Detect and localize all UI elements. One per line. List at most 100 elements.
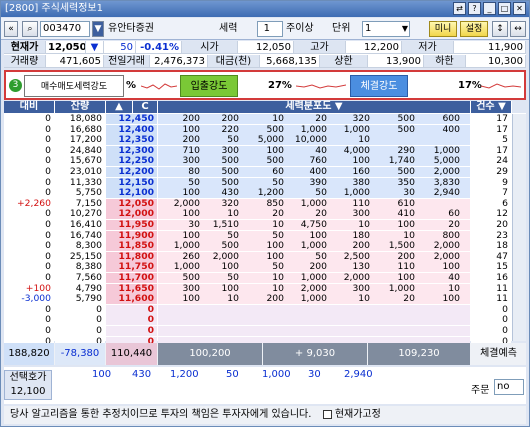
count-header[interactable]: 건수 ▼ xyxy=(471,101,511,113)
diff-cell: 0 xyxy=(4,326,54,336)
price-cell[interactable]: 11,800 xyxy=(106,251,157,262)
price-cell[interactable]: 12,150 xyxy=(106,177,157,188)
strength-percent: % xyxy=(126,80,137,91)
diff-cell: 0 xyxy=(4,124,54,135)
price-cell[interactable]: 0 xyxy=(106,304,157,315)
price-cell[interactable]: 11,900 xyxy=(106,230,157,241)
distribution-value xyxy=(375,326,415,336)
strength-tooltip: 매수매도세력강도 xyxy=(24,75,124,97)
expand-vertical-icon[interactable]: ↕ xyxy=(492,21,508,37)
maximize-icon[interactable]: □ xyxy=(498,2,511,15)
distribution-value: 40 xyxy=(315,144,327,156)
distribution-value: 100 xyxy=(442,261,460,273)
settings-button[interactable]: 설정 xyxy=(460,21,488,37)
quote-value: 50 xyxy=(104,41,136,54)
quote-panel: 현재가 12,050 ▼ 50 -0.41% 시가 12,050 고가 12,2… xyxy=(4,41,526,68)
price-cell[interactable]: 11,600 xyxy=(106,294,157,305)
summary-sell: 100,200 xyxy=(158,343,262,365)
distribution-value: 410 xyxy=(397,208,415,220)
price-cell[interactable]: 12,050 xyxy=(106,198,157,209)
price-cell[interactable]: 12,100 xyxy=(106,188,157,199)
distribution-value: 10 xyxy=(272,272,284,283)
distribution-value: 1,000 xyxy=(300,293,327,305)
remain-header[interactable]: 잔량 xyxy=(55,101,105,113)
distribution-value xyxy=(287,326,327,336)
prev-screen-button[interactable]: « xyxy=(4,21,18,37)
distribution-value: 100 xyxy=(182,293,200,305)
selected-quote-price: 12,100 xyxy=(10,386,46,397)
order-select[interactable]: no xyxy=(494,379,524,395)
distribution-value: 1,000 xyxy=(300,272,327,283)
inflow-percent: 27% xyxy=(268,80,292,91)
expand-horizontal-icon[interactable]: ↔ xyxy=(510,21,526,37)
fix-price-checkbox[interactable] xyxy=(322,409,332,419)
remain-cell: 4,790 xyxy=(55,283,105,294)
unit-label: 단위 xyxy=(332,23,351,34)
distribution-value: 60 xyxy=(448,208,460,220)
distribution-value: 1,000 xyxy=(300,240,327,252)
count-cell: 11 xyxy=(471,283,511,294)
help-icon[interactable]: ? xyxy=(468,2,481,15)
distribution-value: 50 xyxy=(272,261,284,273)
quote-label: 전일거래 xyxy=(104,55,150,68)
price-cell[interactable]: 12,250 xyxy=(106,156,157,167)
price-cell[interactable]: 11,850 xyxy=(106,241,157,252)
selected-quote-box[interactable]: 선택호가 12,100 xyxy=(4,370,52,400)
stock-code-input[interactable]: 003470 xyxy=(40,21,90,37)
price-cell[interactable]: 11,650 xyxy=(106,283,157,294)
distribution-value: 500 xyxy=(221,176,239,188)
scrollbar-top[interactable] xyxy=(512,101,526,113)
remain-cell: 25,150 xyxy=(55,251,105,262)
price-cell[interactable]: 12,000 xyxy=(106,209,157,220)
remain-cell: 18,080 xyxy=(55,114,105,124)
stock-list-button[interactable]: ▼ xyxy=(92,21,104,37)
link-icon[interactable]: ⇄ xyxy=(453,2,466,15)
search-icon[interactable]: ⌕ xyxy=(22,21,38,37)
distribution-value: 500 xyxy=(182,272,200,283)
price-cell[interactable]: 0 xyxy=(106,326,157,336)
minimize-icon[interactable]: _ xyxy=(483,2,496,15)
distribution-value: 400 xyxy=(309,166,327,177)
price-sort-up[interactable]: ▲ xyxy=(106,101,132,113)
distribution-value xyxy=(244,326,284,336)
price-clear[interactable]: C xyxy=(133,101,157,113)
selected-quote-value: 1,200 xyxy=(170,369,199,380)
quote-label: 하한 xyxy=(424,55,466,68)
inflow-sparkline xyxy=(296,84,346,89)
mini-button[interactable]: 미니 xyxy=(429,21,457,37)
diff-cell: +100 xyxy=(4,283,54,294)
distribution-value: 50 xyxy=(315,250,327,262)
quote-value: -0.41% xyxy=(136,41,182,54)
summary-net: + 9,030 xyxy=(263,343,367,365)
count-cell: 17 xyxy=(471,145,511,156)
summary-row: 188,820 -78,380 110,440 100,200 + 9,030 … xyxy=(4,343,526,365)
distribution-value: 300 xyxy=(352,282,370,294)
price-cell[interactable]: 11,950 xyxy=(106,220,157,230)
diff-cell: 0 xyxy=(4,145,54,156)
scrollbar[interactable] xyxy=(512,114,526,341)
distribution-header[interactable]: 세력분포도 ▼ xyxy=(158,101,470,113)
unit-select[interactable]: 1 ▼ xyxy=(362,21,410,37)
inflow-label: 입출강도 xyxy=(180,75,238,97)
remain-cell: 5,750 xyxy=(55,188,105,199)
count-cell: 17 xyxy=(471,124,511,135)
price-cell[interactable]: 12,350 xyxy=(106,135,157,146)
force-spinner[interactable]: 1 xyxy=(257,21,283,37)
count-cell: 6 xyxy=(471,198,511,209)
distribution-value: 390 xyxy=(309,176,327,188)
price-cell[interactable]: 12,400 xyxy=(106,124,157,135)
distribution-value: 300 xyxy=(182,282,200,294)
price-cell[interactable]: 11,700 xyxy=(106,273,157,283)
price-cell[interactable]: 0 xyxy=(106,315,157,326)
close-icon[interactable]: ✕ xyxy=(513,2,526,15)
distribution-value xyxy=(330,305,370,315)
price-cell[interactable]: 12,300 xyxy=(106,145,157,156)
distribution-value xyxy=(244,305,284,315)
distribution-value: 2,000 xyxy=(212,250,239,262)
distribution-value xyxy=(420,305,460,315)
price-cell[interactable]: 12,450 xyxy=(106,114,157,124)
down-arrow-icon: ▼ xyxy=(86,41,104,54)
price-cell[interactable]: 12,200 xyxy=(106,167,157,177)
diff-header[interactable]: 대비 xyxy=(4,101,54,113)
price-cell[interactable]: 11,750 xyxy=(106,262,157,273)
